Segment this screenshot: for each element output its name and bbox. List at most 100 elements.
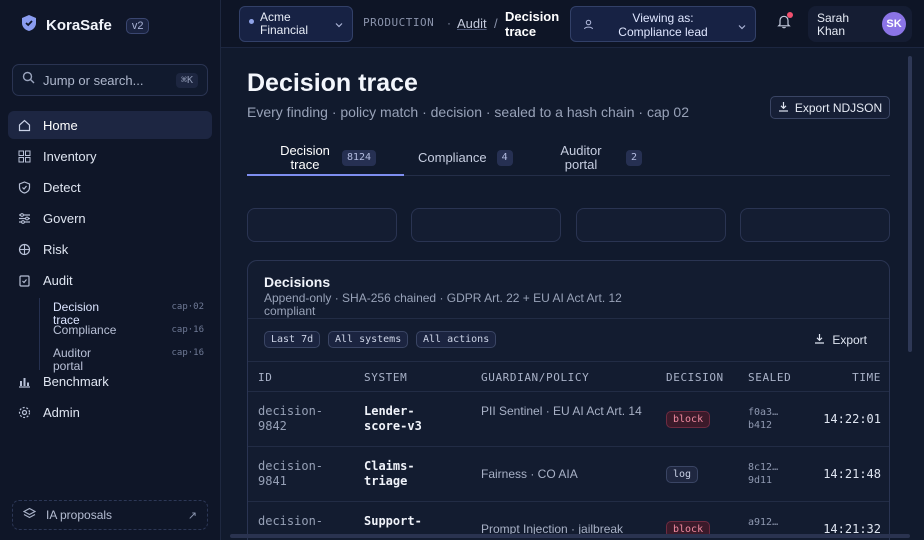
org-status-dot (249, 19, 254, 24)
search-shortcut: ⌘K (175, 72, 198, 88)
table-row[interactable]: decision-9842 Lender-score-v3 PII Sentin… (248, 392, 889, 447)
chevron-down-icon (335, 19, 343, 28)
user-last-name: Khan (817, 24, 846, 38)
row-time: 14:22:01 (823, 412, 881, 426)
column-header-time[interactable]: TIME (852, 371, 881, 384)
clipboard-icon (18, 274, 31, 287)
sidebar-item-benchmark[interactable]: Benchmark (8, 367, 212, 395)
export-ndjson-button[interactable]: Export NDJSON (770, 96, 890, 119)
shield-check-icon (18, 180, 31, 194)
row-system: Support- (364, 514, 422, 528)
external-arrow-icon: ↗ (187, 509, 197, 522)
filter-chip-actions[interactable]: All actions (416, 331, 497, 348)
sidebar-item-label: Audit (43, 272, 73, 288)
row-system: Claims-triage (364, 459, 415, 488)
row-sealed-hash: f0a3… b412 (748, 407, 779, 431)
viewing-as-line2: Compliance lead (618, 25, 708, 39)
sidebar-item-home[interactable]: Home (8, 111, 212, 139)
column-header-decision[interactable]: DECISION (666, 371, 724, 384)
stat-card (576, 208, 726, 242)
user-menu[interactable]: Sarah Khan SK (808, 6, 912, 42)
panel-subtitle: Append-only · SHA-256 chained · GDPR Art… (264, 291, 622, 318)
filter-bar: Last 7d All systems All actions Export (248, 318, 889, 362)
sidebar: KoraSafe v2 Jump or search... ⌘K Home In… (0, 0, 221, 540)
tab-compliance[interactable]: Compliance 4 (418, 140, 513, 176)
table-row[interactable]: decision-9841 Claims-triage Fairness · C… (248, 447, 889, 502)
row-sealed-hash: a912… (748, 517, 779, 528)
decisions-panel: Decisions Append-only · SHA-256 chained … (247, 260, 890, 540)
tab-auditor-portal[interactable]: Auditor portal 2 (560, 140, 643, 176)
sidebar-item-audit[interactable]: Audit (8, 266, 212, 294)
subitem-tag: cap·16 (171, 348, 204, 358)
env-label: PRODUCTION (363, 16, 435, 29)
search-input[interactable]: Jump or search... ⌘K (12, 64, 208, 96)
subitem-tag: cap·02 (171, 302, 204, 312)
download-icon (778, 101, 789, 115)
export-ndjson-label: Export NDJSON (794, 100, 883, 115)
person-icon (583, 19, 594, 33)
column-header-sealed[interactable]: SEALED (748, 371, 791, 384)
subitem-label: Compliance (53, 323, 117, 337)
viewing-as-selector[interactable]: Viewing as: Compliance lead (570, 6, 756, 42)
sidebar-item-govern[interactable]: Govern (8, 204, 212, 232)
breadcrumb-separator: · (447, 16, 451, 30)
ia-proposals-button[interactable]: IA proposals ↗ (12, 500, 208, 530)
sidebar-item-label: Risk (43, 241, 69, 257)
viewing-as-line1: Viewing as: (632, 11, 694, 25)
gear-icon (18, 406, 31, 419)
org-selector[interactable]: Acme Financial (239, 6, 353, 42)
row-policy: Fairness · CO AIA (481, 467, 578, 481)
sidebar-item-label: Detect (43, 179, 81, 195)
page-subtitle: Every finding · policy match · decision … (247, 104, 690, 120)
tab-bar: Decision trace 8124 Compliance 4 Auditor… (247, 140, 890, 176)
shield-logo-icon (20, 14, 38, 37)
vertical-scrollbar[interactable] (908, 56, 912, 352)
main-content: Decision trace Every finding · policy ma… (221, 48, 924, 540)
download-icon (814, 333, 825, 347)
export-button[interactable]: Export (814, 333, 867, 347)
notification-dot (787, 12, 793, 18)
grid-icon (18, 150, 31, 163)
column-header-id[interactable]: ID (258, 371, 272, 384)
row-id: decision-9842 (258, 404, 324, 433)
home-icon (18, 119, 31, 132)
user-name: Sarah Khan (817, 12, 849, 38)
app-name: KoraSafe (46, 17, 112, 34)
chevron-down-icon (738, 20, 746, 30)
crosshair-icon (18, 243, 31, 256)
sidebar-item-label: Govern (43, 210, 86, 226)
tab-decision-trace[interactable]: Decision trace 8124 (278, 140, 377, 176)
breadcrumb-audit[interactable]: Audit (457, 16, 487, 31)
horizontal-scrollbar[interactable] (230, 534, 910, 538)
brand[interactable]: KoraSafe v2 (20, 14, 150, 37)
row-sealed-hash: 8c12… 9d11 (748, 462, 779, 486)
sidebar-item-inventory[interactable]: Inventory (8, 142, 212, 170)
sidebar-item-detect[interactable]: Detect (8, 173, 212, 201)
layers-icon (22, 507, 37, 523)
column-header-system[interactable]: SYSTEM (364, 371, 407, 384)
search-placeholder: Jump or search... (43, 72, 144, 88)
stat-card (247, 208, 397, 242)
tab-count: 4 (496, 150, 513, 166)
sidebar-item-label: Inventory (43, 148, 97, 164)
sidebar-item-label: Admin (43, 404, 80, 420)
avatar: SK (882, 12, 906, 36)
active-tab-underline (247, 174, 404, 176)
sidebar-item-admin[interactable]: Admin (8, 398, 212, 426)
sidebar-subitem-compliance[interactable]: Compliance cap·16 (53, 324, 208, 337)
sidebar-item-label: Home (43, 117, 78, 133)
sidebar-item-risk[interactable]: Risk (8, 235, 212, 263)
filter-chip-range[interactable]: Last 7d (264, 331, 321, 348)
page-title: Decision trace (247, 69, 418, 97)
tab-label: Auditor portal (560, 143, 602, 172)
stat-card (411, 208, 561, 242)
column-header-policy[interactable]: GUARDIAN/POLICY (481, 371, 589, 384)
subitem-tag: cap·16 (171, 325, 204, 335)
row-time: 14:21:48 (823, 467, 881, 481)
search-icon (22, 71, 35, 89)
topbar: Acme Financial PRODUCTION · Audit / Deci… (221, 0, 924, 48)
tab-label: Compliance (418, 150, 487, 165)
filter-chip-systems[interactable]: All systems (328, 331, 409, 348)
tab-label: Decision trace (280, 143, 330, 172)
row-id: decision-9841 (258, 459, 324, 488)
